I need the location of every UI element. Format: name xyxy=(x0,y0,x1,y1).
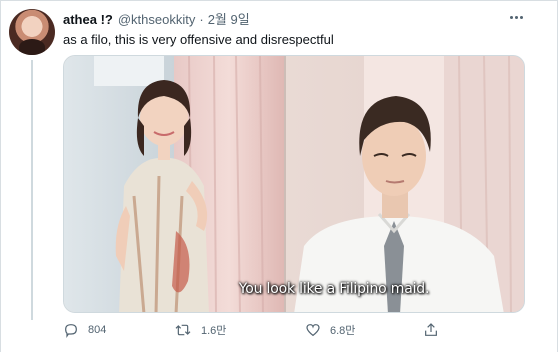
like-button[interactable]: 6.8만 xyxy=(305,322,355,338)
retweet-icon xyxy=(174,322,192,338)
tweet-card: athea !? @kthseokkity · 2월 9일 as a filo,… xyxy=(0,0,560,354)
tweet-date[interactable]: 2월 9일 xyxy=(208,9,250,28)
video-subtitle: You look like a Filipino maid. xyxy=(238,281,430,297)
retweet-count: 1.6만 xyxy=(201,325,227,337)
share-icon xyxy=(423,322,439,338)
tweet-actions: 804 1.6만 6.8만 xyxy=(63,322,463,342)
media-scene xyxy=(64,56,524,312)
tweet-header: athea !? @kthseokkity · 2월 9일 xyxy=(63,9,250,27)
tweet-text: as a filo, this is very offensive and di… xyxy=(63,32,334,47)
separator-dot: · xyxy=(199,12,204,27)
reply-count: 804 xyxy=(88,324,107,336)
reply-icon xyxy=(63,322,79,338)
display-name[interactable]: athea !? xyxy=(63,12,113,27)
reply-button[interactable]: 804 xyxy=(63,322,106,338)
like-count: 6.8만 xyxy=(330,325,356,337)
more-dots-icon[interactable] xyxy=(506,9,526,25)
avatar[interactable] xyxy=(9,9,55,55)
heart-icon xyxy=(305,322,321,338)
thread-line xyxy=(31,60,33,320)
tweet-media-image[interactable]: You look like a Filipino maid. xyxy=(63,55,525,313)
share-button[interactable] xyxy=(423,322,439,338)
user-handle[interactable]: @kthseokkity xyxy=(118,12,196,27)
retweet-button[interactable]: 1.6만 xyxy=(174,322,226,338)
